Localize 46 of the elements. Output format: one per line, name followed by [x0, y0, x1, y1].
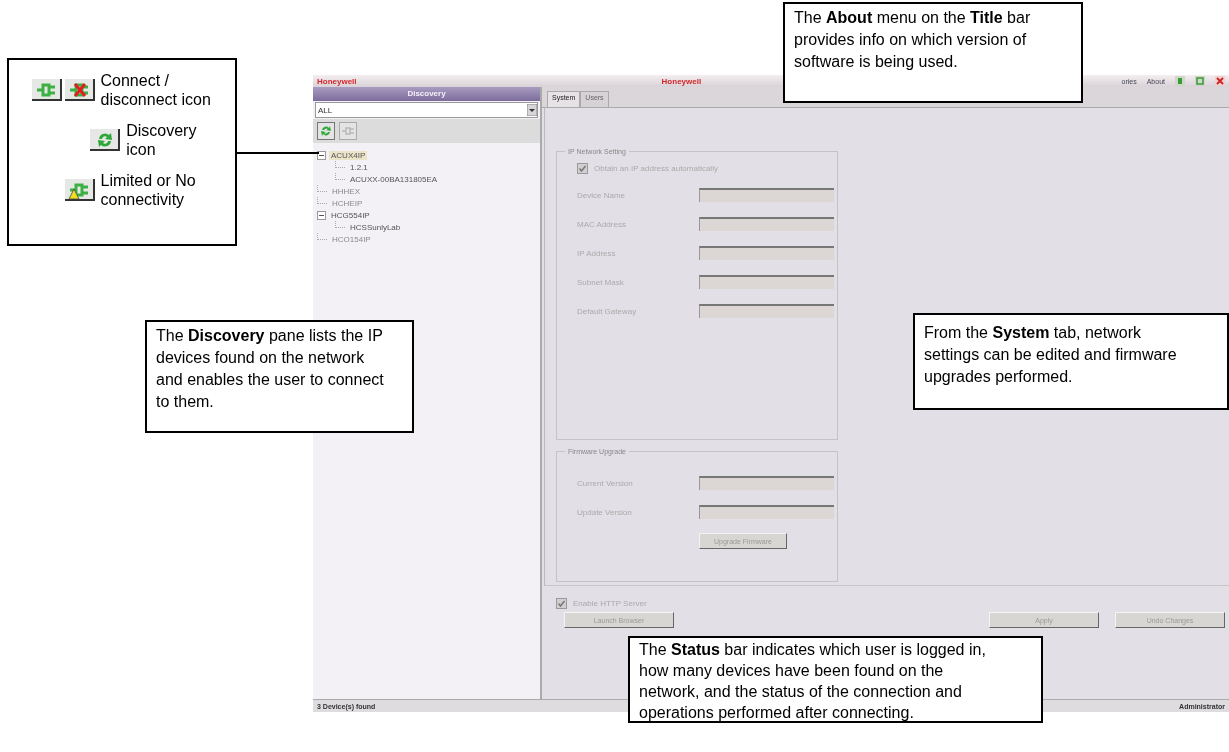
input-field[interactable]	[699, 188, 834, 202]
input-field[interactable]	[699, 505, 834, 519]
input-field[interactable]	[699, 246, 834, 260]
input-field[interactable]	[699, 217, 834, 231]
tree-branch-line	[317, 196, 327, 204]
tree-branch-line	[335, 172, 345, 180]
window-button-icon[interactable]	[1195, 76, 1205, 86]
callout-text: The Discovery pane lists the IP devices found on the network and enables the user to connect to them.	[145, 320, 414, 433]
callout-text: From the System tab, network settings can be edited and firmware upgrades performed.	[913, 313, 1229, 410]
tree-branch-line	[317, 232, 327, 240]
device-tree-item[interactable]: 1.2.1	[348, 162, 370, 172]
checkbox[interactable]	[556, 597, 567, 609]
collapse-icon[interactable]	[317, 210, 326, 220]
device-tree-item[interactable]: HCO154IP	[330, 234, 373, 244]
callout-text: The Status bar indicates which user is logged in, how many devices have been found on the network, and the status of the connection and operations performed after connecting.	[628, 636, 1043, 723]
brand-logo: Honeywell	[317, 76, 357, 86]
device-tree-item[interactable]: ACUXX-00BA131805EA	[348, 174, 440, 184]
brand-logo: Honeywell	[661, 76, 702, 86]
callout-text: The About menu on the Title bar provides info on which version of software is being used.	[783, 2, 1083, 103]
legend-text: Limited or No connectivity	[100, 171, 197, 209]
collapse-icon[interactable]	[317, 150, 326, 160]
device-tree-item[interactable]: ACUX4IP	[329, 150, 368, 160]
filter-dropdown[interactable]: ALL	[315, 102, 538, 118]
device-tree-item[interactable]: HCSSunlyLab	[348, 222, 403, 232]
device-tree-item[interactable]: HHHEX	[330, 186, 362, 196]
plug-cross-icon	[64, 79, 95, 101]
close-icon[interactable]	[1215, 76, 1225, 86]
caret-icon	[527, 104, 537, 116]
checkbox[interactable]	[577, 162, 588, 174]
pane-header: Discovery	[313, 87, 540, 101]
window-button-icon[interactable]	[1175, 76, 1185, 86]
legend-text: Connect / disconnect icon	[100, 71, 212, 109]
legend-text: Discovery icon	[126, 121, 198, 159]
input-field[interactable]	[699, 275, 834, 289]
tree-branch-line	[335, 160, 345, 168]
plug-icon[interactable]	[339, 122, 357, 140]
refresh-icon	[90, 129, 121, 151]
input-field[interactable]	[699, 476, 834, 490]
refresh-icon[interactable]	[317, 122, 335, 140]
device-tree-item[interactable]: HCG554IP	[329, 210, 372, 220]
tree-branch-line	[335, 220, 345, 228]
plug-icon	[31, 79, 62, 101]
plug-warning-icon	[64, 179, 95, 201]
device-tree-item[interactable]: HCHEIP	[330, 198, 365, 208]
input-field[interactable]	[699, 304, 834, 318]
tree-branch-line	[317, 184, 327, 192]
